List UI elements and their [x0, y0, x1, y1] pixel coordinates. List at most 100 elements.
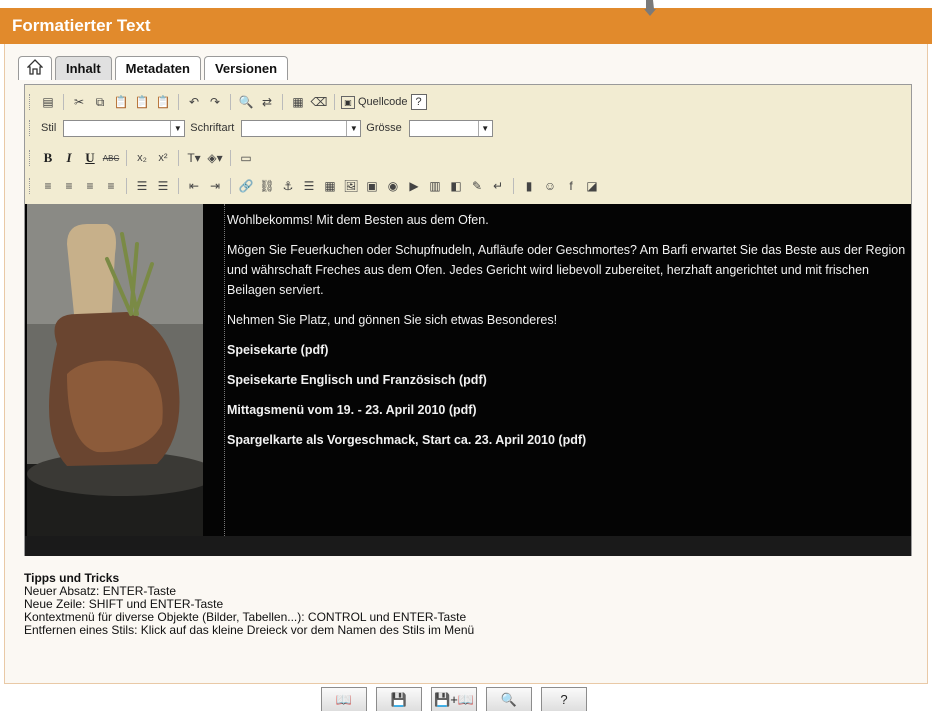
- media-icon[interactable]: ◉: [384, 177, 402, 195]
- select-all-icon[interactable]: ▦: [289, 93, 307, 111]
- menu-link-speisekarte[interactable]: Speisekarte (pdf): [227, 340, 907, 360]
- unordered-list-icon[interactable]: ☰: [154, 177, 172, 195]
- edit-icon[interactable]: ✎: [468, 177, 486, 195]
- ordered-list-icon[interactable]: ☰: [133, 177, 151, 195]
- toolbar-row-4: ≡ ≡ ≡ ≡ ☰ ☰ ⇤ ⇥ 🔗 ⛓ ⚓ ☰ ▦ 🖼 ▣ ◉ ▶ ▥ ◧ ✎ …: [29, 175, 601, 197]
- text-color-icon[interactable]: T▾: [185, 149, 203, 167]
- facebook-icon[interactable]: f: [562, 177, 580, 195]
- tip-line: Entfernen eines Stils: Klick auf das kle…: [24, 623, 475, 637]
- food-photo: [27, 204, 203, 536]
- eraser-icon[interactable]: ⌫: [310, 93, 328, 111]
- subscript-button[interactable]: x₂: [133, 149, 151, 167]
- page-icon[interactable]: ▮: [520, 177, 538, 195]
- tab-home[interactable]: [18, 56, 52, 80]
- tab-bar: Inhalt Metadaten Versionen: [18, 56, 289, 80]
- paragraph: Nehmen Sie Platz, und gönnen Sie sich et…: [227, 313, 558, 327]
- copy-icon[interactable]: ⧉: [91, 93, 109, 111]
- source-code-button[interactable]: ▣ Quellcode: [341, 95, 408, 109]
- superscript-button[interactable]: x²: [154, 149, 172, 167]
- save-and-close-button[interactable]: 💾+📖: [431, 687, 477, 711]
- paste-icon[interactable]: 📋: [112, 93, 130, 111]
- replace-icon[interactable]: ⇄: [258, 93, 276, 111]
- indent-icon[interactable]: ⇥: [206, 177, 224, 195]
- home-icon: [26, 59, 44, 75]
- cut-icon[interactable]: ✂: [70, 93, 88, 111]
- page-title: Formatierter Text: [12, 16, 151, 35]
- unlink-icon[interactable]: ⛓: [258, 177, 276, 195]
- menu-link-mittagsmenue[interactable]: Mittagsmenü vom 19. - 23. April 2010 (pd…: [227, 400, 907, 420]
- strikethrough-button[interactable]: ABC: [102, 149, 120, 167]
- calendar-icon[interactable]: ▥: [426, 177, 444, 195]
- find-icon[interactable]: 🔍: [237, 93, 255, 111]
- tips-section: Tipps und Tricks Neuer Absatz: ENTER-Tas…: [24, 572, 474, 637]
- paste-text-icon[interactable]: 📋: [133, 93, 151, 111]
- help-label: ?: [560, 692, 568, 707]
- paragraph: Mögen Sie Feuerkuchen oder Schupfnudeln,…: [227, 243, 906, 297]
- link-icon[interactable]: 🔗: [237, 177, 255, 195]
- map-icon[interactable]: ◪: [583, 177, 601, 195]
- align-center-icon[interactable]: ≡: [60, 177, 78, 195]
- style-label: Stil: [41, 122, 57, 134]
- toolbar-row-2: Stil ▼ Schriftart ▼ Grösse ▼: [29, 117, 493, 139]
- flash-icon[interactable]: ▣: [363, 177, 381, 195]
- paragraph: Wohlbekomms! Mit dem Besten aus dem Ofen…: [227, 213, 489, 227]
- chevron-down-icon: ▼: [170, 120, 184, 136]
- paste-word-icon[interactable]: 📋: [154, 93, 172, 111]
- line-break-icon[interactable]: ↵: [489, 177, 507, 195]
- horizontal-rule-icon[interactable]: ☰: [300, 177, 318, 195]
- undo-icon[interactable]: ↶: [185, 93, 203, 111]
- tab-metadaten[interactable]: Metadaten: [114, 56, 201, 80]
- italic-button[interactable]: I: [60, 149, 78, 167]
- size-label: Grösse: [366, 122, 402, 134]
- align-left-icon[interactable]: ≡: [39, 177, 57, 195]
- youtube-icon[interactable]: ▶: [405, 177, 423, 195]
- chevron-down-icon: ▼: [346, 120, 360, 136]
- toolbar-grip: [29, 178, 32, 194]
- font-select[interactable]: ▼: [241, 119, 362, 137]
- menu-link-english-french[interactable]: Speisekarte Englisch und Französisch (pd…: [227, 370, 907, 390]
- align-justify-icon[interactable]: ≡: [102, 177, 120, 195]
- outdent-icon[interactable]: ⇤: [185, 177, 203, 195]
- table-icon[interactable]: ▦: [321, 177, 339, 195]
- toolbar-grip: [29, 120, 32, 136]
- new-document-icon[interactable]: ▤: [39, 93, 57, 111]
- format-block-icon[interactable]: ▭: [237, 149, 255, 167]
- background-color-icon[interactable]: ◈▾: [206, 149, 224, 167]
- font-label: Schriftart: [190, 122, 235, 134]
- help-button[interactable]: ?: [541, 687, 587, 711]
- help-icon[interactable]: ?: [410, 94, 427, 110]
- toolbar-row-1: ▤ ✂ ⧉ 📋 📋 📋 ↶ ↷ 🔍 ⇄ ▦ ⌫ ▣ Quellcode ?: [29, 91, 427, 113]
- bottom-toolbar: 📖 💾 💾+📖 🔍 ?: [321, 687, 587, 711]
- source-code-icon: ▣: [341, 95, 355, 109]
- header-bar: Formatierter Text: [0, 8, 932, 44]
- smiley-icon[interactable]: ☺: [541, 177, 559, 195]
- article-text: Wohlbekomms! Mit dem Besten aus dem Ofen…: [227, 210, 907, 460]
- tab-inhalt[interactable]: Inhalt: [55, 56, 112, 80]
- style-select[interactable]: ▼: [63, 119, 186, 137]
- roast-shank-image: [27, 204, 203, 536]
- menu-link-spargelkarte[interactable]: Spargelkarte als Vorgeschmack, Start ca.…: [227, 430, 907, 450]
- editor-content[interactable]: Wohlbekomms! Mit dem Besten aus dem Ofen…: [25, 204, 911, 536]
- chevron-down-icon: ▼: [477, 120, 492, 136]
- preview-button[interactable]: 🔍: [486, 687, 532, 711]
- editor-statusbar: [25, 536, 911, 556]
- toolbar-grip: [29, 94, 32, 110]
- align-right-icon[interactable]: ≡: [81, 177, 99, 195]
- tab-versionen[interactable]: Versionen: [203, 56, 289, 80]
- save-icon: 💾: [390, 691, 408, 707]
- anchor-icon[interactable]: ⚓: [279, 177, 297, 195]
- size-select[interactable]: ▼: [408, 119, 493, 137]
- mouse-cursor-icon: [644, 0, 656, 16]
- book-button[interactable]: 📖: [321, 687, 367, 711]
- source-code-label: Quellcode: [358, 96, 408, 108]
- redo-icon[interactable]: ↷: [206, 93, 224, 111]
- underline-button[interactable]: U: [81, 149, 99, 167]
- image-icon[interactable]: 🖼: [342, 177, 360, 195]
- preview-icon: 🔍: [500, 691, 518, 707]
- save-button[interactable]: 💾: [376, 687, 422, 711]
- rich-text-editor: ▤ ✂ ⧉ 📋 📋 📋 ↶ ↷ 🔍 ⇄ ▦ ⌫ ▣ Quellcode ? St…: [24, 84, 912, 556]
- toolbar-grip: [29, 150, 32, 166]
- bold-button[interactable]: B: [39, 149, 57, 167]
- package-icon[interactable]: ◧: [447, 177, 465, 195]
- toolbar-row-3: B I U ABC x₂ x² T▾ ◈▾ ▭: [29, 147, 255, 169]
